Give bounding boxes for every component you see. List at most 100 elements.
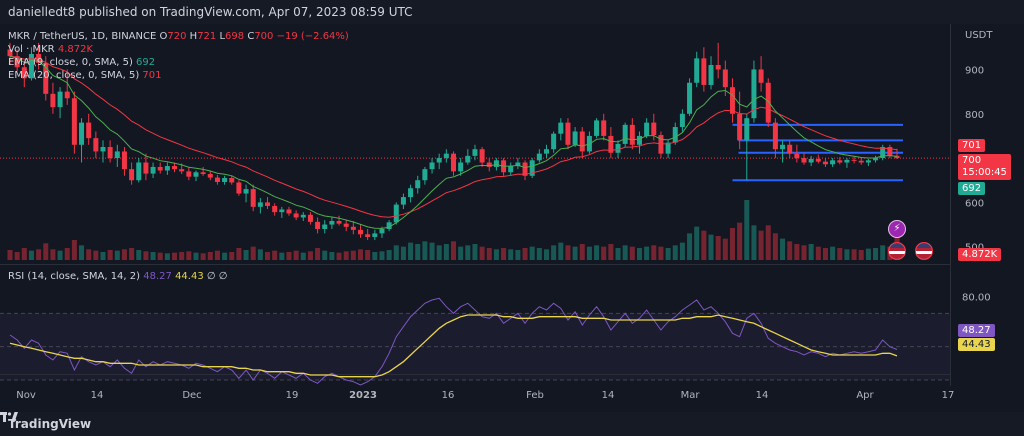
candle-body[interactable] [100,147,106,152]
candle-body[interactable] [851,159,857,161]
candle-body[interactable] [737,113,743,141]
candle-body[interactable] [279,209,285,213]
candle-body[interactable] [443,153,449,159]
candle-body[interactable] [615,143,621,153]
legend-ema1-label[interactable]: EMA (9, close, 0, SMA, 5) [8,57,133,68]
candle-body[interactable] [687,82,693,114]
candle-body[interactable] [257,202,263,207]
candle-body[interactable] [694,58,700,83]
candle-body[interactable] [236,182,242,194]
candle-body[interactable] [780,144,786,150]
candle-body[interactable] [508,166,514,173]
candle-body[interactable] [765,82,771,123]
candle-body[interactable] [830,160,836,165]
candle-body[interactable] [379,228,385,234]
candle-body[interactable] [458,162,464,172]
candle-body[interactable] [772,122,778,150]
candle-body[interactable] [200,172,206,175]
candle-body[interactable] [193,172,199,177]
candle-body[interactable] [844,159,850,163]
candle-body[interactable] [651,122,657,136]
candle-body[interactable] [815,158,821,162]
candle-body[interactable] [644,122,650,136]
candle-body[interactable] [801,158,807,163]
candle-body[interactable] [429,162,435,170]
candle-body[interactable] [837,160,843,163]
candle-body[interactable] [57,91,63,108]
candle-body[interactable] [136,162,142,181]
legend-rsi-label[interactable]: RSI (14, close, SMA, 14, 2) [8,271,140,282]
candle-body[interactable] [629,124,635,145]
candle-body[interactable] [150,166,156,174]
candle-body[interactable] [315,221,321,229]
candle-body[interactable] [186,171,192,177]
chart-svg[interactable]: USDT90080060050080.0060.00Nov14Dec192023… [0,24,1024,412]
candle-body[interactable] [400,197,406,205]
legend-vol-label[interactable]: Vol · MKR [8,44,55,55]
candle-body[interactable] [794,153,800,159]
candle-body[interactable] [322,224,328,229]
candle-body[interactable] [701,58,707,85]
candle-body[interactable] [64,91,70,99]
candle-body[interactable] [214,177,220,183]
candle-body[interactable] [865,160,871,163]
candle-body[interactable] [129,169,135,181]
candle-body[interactable] [164,166,170,171]
candle-body[interactable] [329,221,335,225]
candle-body[interactable] [222,178,228,183]
candle-body[interactable] [286,209,292,214]
candle-body[interactable] [121,151,127,170]
candle-body[interactable] [787,144,793,154]
candle-body[interactable] [50,93,56,108]
candle-body[interactable] [722,69,728,88]
us-flag-event-icon[interactable] [888,242,906,260]
candle-body[interactable] [715,65,721,70]
candle-body[interactable] [79,122,85,145]
candle-body[interactable] [493,160,499,167]
chart-area[interactable]: USDT90080060050080.0060.00Nov14Dec192023… [0,24,1024,412]
candle-body[interactable] [758,69,764,83]
candle-body[interactable] [558,122,564,134]
candle-body[interactable] [536,153,542,161]
candle-body[interactable] [579,131,585,152]
candle-body[interactable] [622,124,628,144]
candle-body[interactable] [822,161,828,165]
candle-body[interactable] [679,113,685,128]
candle-body[interactable] [601,120,607,136]
candle-body[interactable] [207,174,213,178]
candle-body[interactable] [243,189,249,194]
candle-body[interactable] [729,87,735,114]
legend-symbol[interactable]: MKR / TetherUS, 1D, BINANCE [8,31,156,42]
candle-body[interactable] [451,153,456,172]
candle-body[interactable] [572,131,578,145]
candle-body[interactable] [143,162,149,174]
candle-body[interactable] [551,133,557,150]
candle-body[interactable] [672,127,678,143]
legend-ema2-label[interactable]: EMA (20, close, 0, SMA, 5) [8,70,139,81]
candle-body[interactable] [293,213,299,218]
candle-body[interactable] [808,158,814,163]
candle-body[interactable] [422,169,428,181]
candle-body[interactable] [436,158,442,163]
lightning-icon[interactable]: ⚡ [888,220,906,238]
candle-body[interactable] [486,162,492,167]
candle-body[interactable] [107,147,113,159]
candle-body[interactable] [465,155,471,163]
tradingview-logo[interactable]: TradingView [0,412,91,431]
candle-body[interactable] [93,138,99,152]
candle-body[interactable] [636,135,642,145]
candle-body[interactable] [408,188,414,198]
candle-body[interactable] [472,149,478,156]
candle-body[interactable] [86,122,92,139]
candle-body[interactable] [300,214,306,218]
candle-body[interactable] [172,166,178,170]
candle-body[interactable] [272,205,278,213]
candle-body[interactable] [372,233,378,237]
candle-body[interactable] [71,98,77,145]
candle-body[interactable] [250,189,256,207]
candle-body[interactable] [858,160,864,163]
candle-body[interactable] [358,229,364,235]
candle-body[interactable] [265,202,271,206]
candle-body[interactable] [543,149,549,154]
candle-body[interactable] [393,204,399,223]
